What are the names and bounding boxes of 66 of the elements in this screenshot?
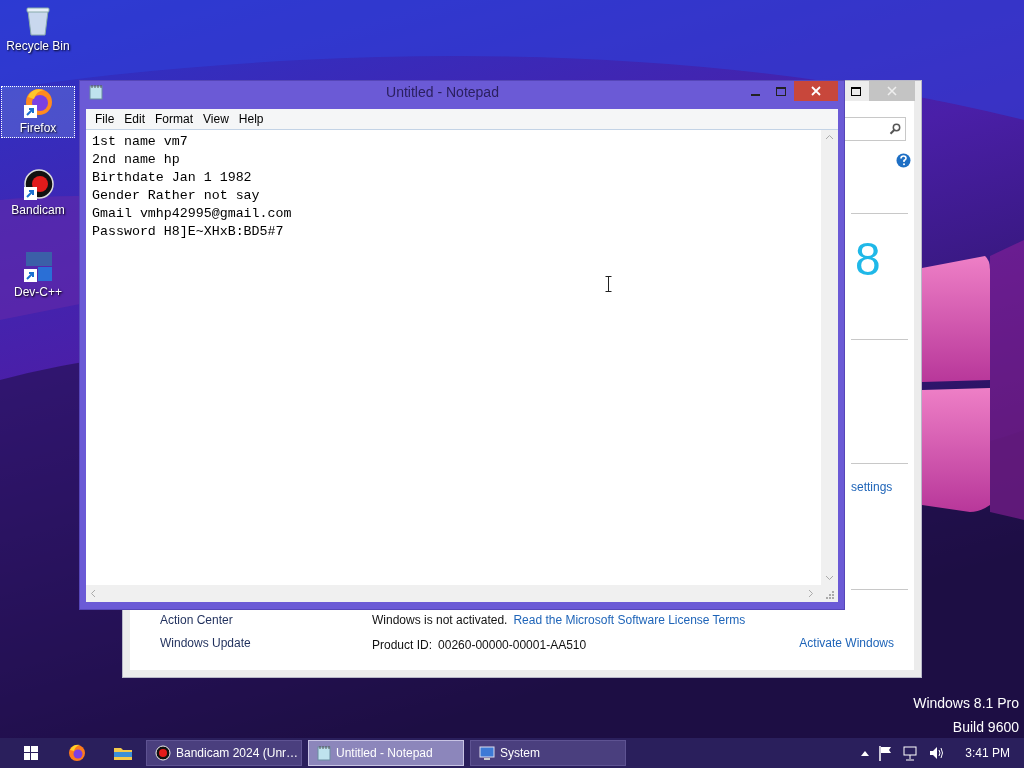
notepad-icon [89, 84, 103, 100]
horizontal-scrollbar[interactable] [86, 585, 838, 602]
text-cursor-icon [605, 276, 612, 292]
text-line: Password H8]E~XHxB:BD5#7 [92, 223, 285, 241]
ide-shortcut-icon [22, 251, 54, 283]
text-line: 2nd name hp [92, 151, 181, 169]
menu-item[interactable]: Help [233, 110, 269, 128]
desktop-shortcut[interactable]: Recycle Bin [1, 4, 75, 56]
activate-link[interactable]: Activate Windows [799, 636, 894, 650]
window-title: Untitled - Notepad [385, 84, 500, 100]
browser-shortcut-icon [22, 87, 54, 119]
vertical-scrollbar[interactable] [821, 130, 838, 585]
shortcut-label: Bandicam [11, 203, 65, 217]
maximize-icon [776, 86, 786, 96]
monitor-icon [479, 745, 495, 761]
browser-icon [68, 744, 86, 762]
logo-text: 8 [854, 234, 882, 284]
resize-grip-icon[interactable] [824, 588, 834, 599]
close-icon [887, 86, 897, 96]
maximize-icon [851, 86, 861, 96]
product-id: 00260-00000-00001-AA510 [438, 637, 587, 653]
scroll-right-icon [808, 589, 814, 598]
settings-link[interactable]: settings [851, 480, 908, 494]
taskbar-window-button[interactable]: System [470, 740, 626, 766]
product-id-label: Product ID: [372, 637, 433, 653]
text-editor[interactable]: 1st name vm7 2nd name hp Birthdate Jan 1 1982 Gender Rather not say Gmail vmhp42995@gmail.com Password H8]E~XHxB:BD5#7 [86, 130, 821, 585]
shortcut-label: Firefox [19, 121, 57, 135]
nav-link[interactable]: Windows Update [160, 635, 372, 652]
recycle-bin-icon [24, 5, 52, 37]
menu-item[interactable]: View [198, 110, 234, 128]
folder-icon [113, 745, 133, 761]
menu-item[interactable]: File [90, 110, 120, 128]
edition-text: Windows 8.1 Pro [913, 694, 1019, 712]
scroll-left-icon [90, 589, 96, 598]
shortcut-label: Dev-C++ [14, 285, 62, 299]
search-icon [889, 123, 901, 135]
text-line: Gmail vmhp42995@gmail.com [92, 205, 293, 223]
windows-icon [24, 746, 38, 760]
close-icon [811, 86, 821, 96]
caret-up-icon[interactable] [861, 750, 870, 756]
clock[interactable]: 3:41 PM [965, 746, 1010, 760]
minimize-icon [750, 93, 760, 96]
menu-item[interactable]: Format [150, 110, 199, 128]
close-button[interactable] [794, 81, 838, 101]
activation-status: Windows is not activated. [372, 612, 508, 628]
license-link[interactable]: Read the Microsoft Software License Terms [513, 612, 746, 628]
record-shortcut-icon [22, 169, 54, 201]
menu-item[interactable]: Edit [119, 110, 151, 128]
text-line: 1st name vm7 [92, 133, 189, 151]
text-line: Gender Rather not say [92, 187, 261, 205]
taskbar-window-button[interactable]: Bandicam 2024 (Unr… [146, 740, 302, 766]
flag-icon[interactable] [879, 745, 894, 761]
volume-icon[interactable] [929, 746, 946, 760]
text-line: Birthdate Jan 1 1982 [92, 169, 253, 187]
desktop-shortcut[interactable]: Dev-C++ [1, 250, 75, 302]
help-icon[interactable] [896, 153, 911, 168]
desktop-shortcut[interactable]: Bandicam [1, 168, 75, 220]
scroll-up-icon [825, 134, 834, 140]
scroll-down-icon [825, 575, 834, 581]
network-icon[interactable] [903, 745, 920, 761]
desktop-shortcut[interactable]: Firefox [1, 86, 75, 138]
edition-text: Build 9600 [952, 718, 1019, 736]
nav-link[interactable]: Action Center [160, 612, 372, 629]
notepad-icon [317, 745, 331, 761]
record-icon [155, 745, 171, 761]
shortcut-label: Recycle Bin [6, 39, 70, 53]
